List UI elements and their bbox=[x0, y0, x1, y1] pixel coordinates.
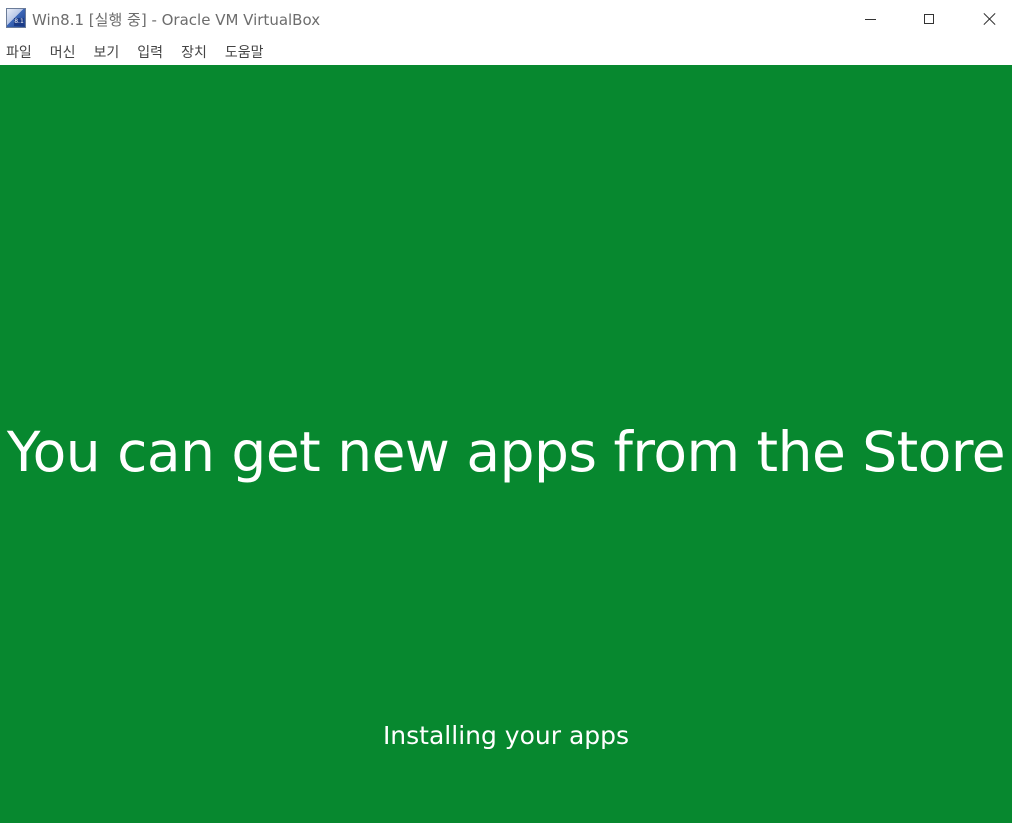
menu-view[interactable]: 보기 bbox=[88, 42, 128, 62]
guest-display[interactable]: You can get new apps from the Store Inst… bbox=[0, 65, 1012, 823]
close-icon bbox=[983, 12, 997, 26]
menu-devices[interactable]: 장치 bbox=[175, 42, 215, 62]
close-button[interactable] bbox=[960, 0, 1012, 38]
virtualbox-window: 8.1 Win8.1 [실행 중] - Oracle VM VirtualBox… bbox=[0, 0, 1012, 823]
minimize-button[interactable] bbox=[840, 0, 900, 38]
maximize-button[interactable] bbox=[899, 0, 959, 38]
setup-headline: You can get new apps from the Store bbox=[6, 420, 1006, 484]
title-bar[interactable]: 8.1 Win8.1 [실행 중] - Oracle VM VirtualBox bbox=[0, 0, 1012, 38]
minimize-icon bbox=[864, 18, 876, 20]
menu-file[interactable]: 파일 bbox=[0, 42, 40, 62]
window-title: Win8.1 [실행 중] - Oracle VM VirtualBox bbox=[32, 11, 321, 29]
os-version-badge: 8.1 bbox=[14, 18, 24, 26]
menu-help[interactable]: 도움말 bbox=[219, 42, 272, 62]
setup-status: Installing your apps bbox=[382, 721, 630, 750]
menu-bar: 파일 머신 보기 입력 장치 도움말 bbox=[0, 38, 1012, 65]
maximize-icon bbox=[924, 14, 934, 24]
virtualbox-vm-icon[interactable]: 8.1 bbox=[6, 8, 26, 28]
menu-machine[interactable]: 머신 bbox=[44, 42, 84, 62]
menu-input[interactable]: 입력 bbox=[131, 42, 171, 62]
